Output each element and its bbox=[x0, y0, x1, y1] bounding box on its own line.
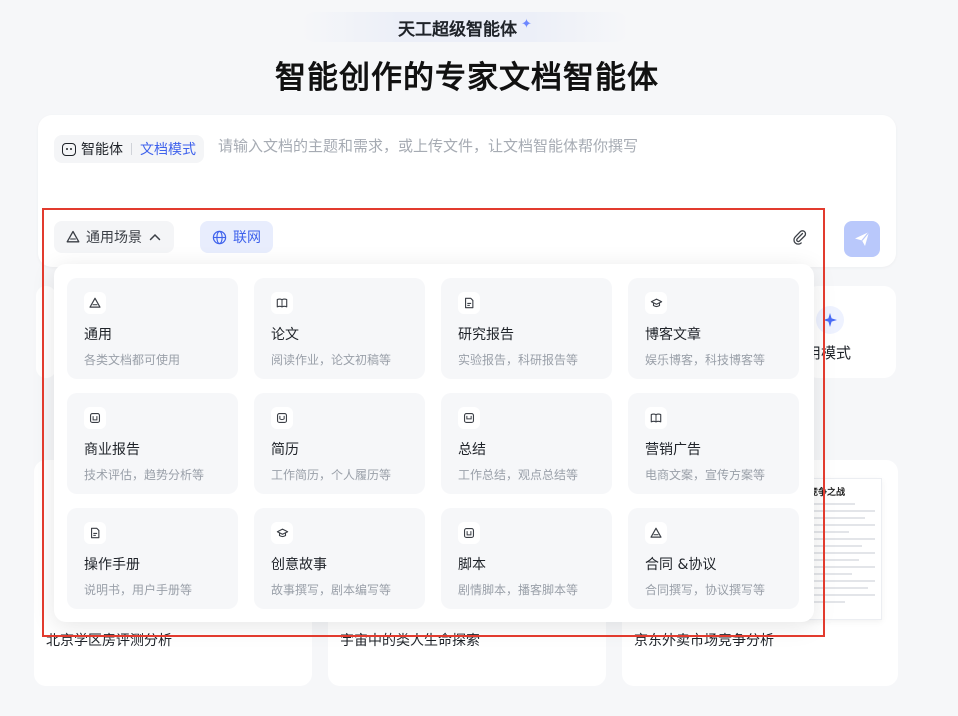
scene-option-name: 简历 bbox=[271, 442, 299, 458]
scene-option-name: 创意故事 bbox=[271, 557, 327, 573]
example-card-title: 京东外卖市场竞争分析 bbox=[634, 633, 774, 649]
scene-dropdown: 通用 各类文档都可使用 论文 阅读作业，论文初稿等 研究报告 实验报告，科研报告等 博客文章… bbox=[54, 264, 814, 622]
scene-option-desc: 说明书，用户手册等 bbox=[84, 583, 193, 597]
scene-option-name: 操作手册 bbox=[84, 557, 140, 573]
scene-option-name: 合同 &协议 bbox=[645, 557, 717, 573]
document-icon bbox=[458, 292, 480, 314]
example-card-title: 北京学区房评测分析 bbox=[46, 633, 172, 649]
scene-option[interactable]: 总结工作总结，观点总结等 bbox=[441, 393, 612, 494]
scene-option-desc: 实验报告，科研报告等 bbox=[458, 353, 579, 367]
graduation-cap-icon bbox=[645, 292, 667, 314]
send-button[interactable] bbox=[844, 221, 880, 257]
web-search-toggle[interactable]: 联网 bbox=[200, 221, 273, 253]
scene-option-name: 总结 bbox=[458, 442, 486, 458]
doc-mode-label: 文档模式 bbox=[140, 142, 196, 158]
example-card-title: 宇宙中的类人生命探索 bbox=[340, 633, 480, 649]
composer-panel: 智能体 文档模式 通用场景 联网 bbox=[38, 115, 896, 267]
robot-icon bbox=[62, 142, 76, 156]
scene-option-name: 商业报告 bbox=[84, 442, 140, 458]
scene-option-desc: 娱乐博客，科技博客等 bbox=[645, 353, 766, 367]
scene-grid: 通用 各类文档都可使用 论文 阅读作业，论文初稿等 研究报告 实验报告，科研报告等 博客文章… bbox=[67, 278, 799, 609]
mode-card-left[interactable] bbox=[36, 286, 56, 378]
scene-option[interactable]: 论文阅读作业，论文初稿等 bbox=[254, 278, 425, 379]
document-icon bbox=[84, 522, 106, 544]
prompt-input[interactable] bbox=[218, 137, 858, 155]
globe-icon bbox=[212, 230, 227, 244]
scene-option[interactable]: 研究报告实验报告，科研报告等 bbox=[441, 278, 612, 379]
scene-option-desc: 故事撰写，剧本编写等 bbox=[271, 583, 392, 597]
scene-option-desc: 电商文案，宣传方案等 bbox=[645, 468, 766, 482]
scene-option-desc: 技术评估，趋势分析等 bbox=[84, 468, 205, 482]
scene-option-desc: 工作简历，个人履历等 bbox=[271, 468, 392, 482]
page-title: 智能创作的专家文档智能体 bbox=[275, 60, 659, 96]
scene-option[interactable]: 通用各类文档都可使用 bbox=[67, 278, 238, 379]
scene-option-desc: 合同撰写，协议撰写等 bbox=[645, 583, 766, 597]
scene-option-name: 研究报告 bbox=[458, 327, 514, 343]
scene-select-label: 通用场景 bbox=[86, 230, 142, 246]
scene-option-desc: 阅读作业，论文初稿等 bbox=[271, 353, 392, 367]
divider bbox=[824, 232, 825, 244]
report-icon bbox=[458, 522, 480, 544]
scene-option[interactable]: 博客文章娱乐博客，科技博客等 bbox=[628, 278, 799, 379]
triangle-icon bbox=[66, 230, 80, 243]
scene-option[interactable]: 合同 &协议合同撰写，协议撰写等 bbox=[628, 508, 799, 609]
document-thumbnail: 竞争之战 bbox=[802, 478, 882, 620]
scene-option[interactable]: 商业报告技术评估，趋势分析等 bbox=[67, 393, 238, 494]
sparkle-icon bbox=[816, 306, 844, 334]
triangle-icon bbox=[645, 522, 667, 544]
brand-banner: 天工超级智能体 ✦ bbox=[300, 12, 630, 42]
resume-icon bbox=[271, 407, 293, 429]
scene-option-name: 论文 bbox=[271, 327, 299, 343]
report-icon bbox=[84, 407, 106, 429]
scene-option[interactable]: 脚本剧情脚本，播客脚本等 bbox=[441, 508, 612, 609]
web-search-label: 联网 bbox=[233, 230, 261, 246]
scene-option[interactable]: 营销广告电商文案，宣传方案等 bbox=[628, 393, 799, 494]
attach-icon[interactable] bbox=[792, 229, 808, 245]
scene-option-name: 营销广告 bbox=[645, 442, 701, 458]
mode-card-general[interactable]: 用模式 bbox=[806, 286, 896, 378]
scene-option[interactable]: 创意故事故事撰写，剧本编写等 bbox=[254, 508, 425, 609]
agent-label: 智能体 bbox=[81, 142, 123, 158]
send-icon bbox=[855, 231, 870, 246]
book-icon bbox=[645, 407, 667, 429]
book-icon bbox=[271, 292, 293, 314]
brand-name: 天工超级智能体 bbox=[398, 19, 518, 40]
scene-option-desc: 剧情脚本，播客脚本等 bbox=[458, 583, 579, 597]
scene-option-name: 博客文章 bbox=[645, 327, 701, 343]
scene-option-name: 脚本 bbox=[458, 557, 486, 573]
scene-option-name: 通用 bbox=[84, 327, 112, 343]
thumbnail-heading: 竞争之战 bbox=[809, 488, 846, 498]
chevron-up-icon bbox=[149, 233, 161, 241]
divider bbox=[131, 143, 132, 155]
summary-icon bbox=[458, 407, 480, 429]
scene-option-desc: 工作总结，观点总结等 bbox=[458, 468, 579, 482]
agent-mode-chip[interactable]: 智能体 文档模式 bbox=[54, 135, 204, 163]
scene-option-desc: 各类文档都可使用 bbox=[84, 353, 181, 367]
triangle-icon bbox=[84, 292, 106, 314]
graduation-cap-icon bbox=[271, 522, 293, 544]
sparkle-icon: ✦ bbox=[521, 16, 532, 32]
scene-select-button[interactable]: 通用场景 bbox=[54, 221, 174, 253]
scene-option[interactable]: 简历工作简历，个人履历等 bbox=[254, 393, 425, 494]
scene-option[interactable]: 操作手册说明书，用户手册等 bbox=[67, 508, 238, 609]
